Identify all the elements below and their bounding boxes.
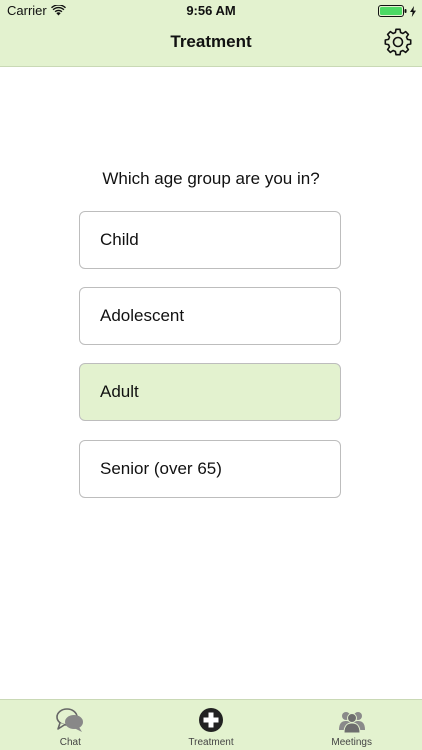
tab-meetings[interactable]: Meetings xyxy=(281,700,422,750)
option-label: Child xyxy=(100,230,139,249)
question-text: Which age group are you in? xyxy=(102,169,320,188)
tab-treatment[interactable]: Treatment xyxy=(141,700,282,750)
settings-button[interactable] xyxy=(384,28,412,56)
charging-bolt-icon xyxy=(410,5,416,17)
status-time: 9:56 AM xyxy=(186,3,236,18)
people-icon xyxy=(338,712,365,733)
gear-icon xyxy=(384,28,412,56)
tab-label: Treatment xyxy=(188,737,234,748)
chat-icon xyxy=(56,708,84,732)
option-label: Adolescent xyxy=(100,306,185,325)
plus-circle-icon xyxy=(199,708,223,732)
option-child[interactable]: Child xyxy=(79,211,341,269)
tab-bar: Chat Treatment Meetings xyxy=(0,699,422,750)
header: Carrier 9:56 AM Treatment xyxy=(0,0,422,67)
page-title: Treatment xyxy=(170,32,252,51)
tab-label: Chat xyxy=(59,737,81,748)
option-adolescent[interactable]: Adolescent xyxy=(79,287,341,345)
option-label: Adult xyxy=(100,382,139,401)
option-label: Senior (over 65) xyxy=(100,459,222,478)
status-bar: Carrier 9:56 AM xyxy=(0,0,422,22)
battery-icon xyxy=(378,5,416,17)
tab-label: Meetings xyxy=(331,737,372,748)
option-senior[interactable]: Senior (over 65) xyxy=(79,440,341,498)
tab-chat[interactable]: Chat xyxy=(0,700,141,750)
option-adult[interactable]: Adult xyxy=(79,363,341,421)
